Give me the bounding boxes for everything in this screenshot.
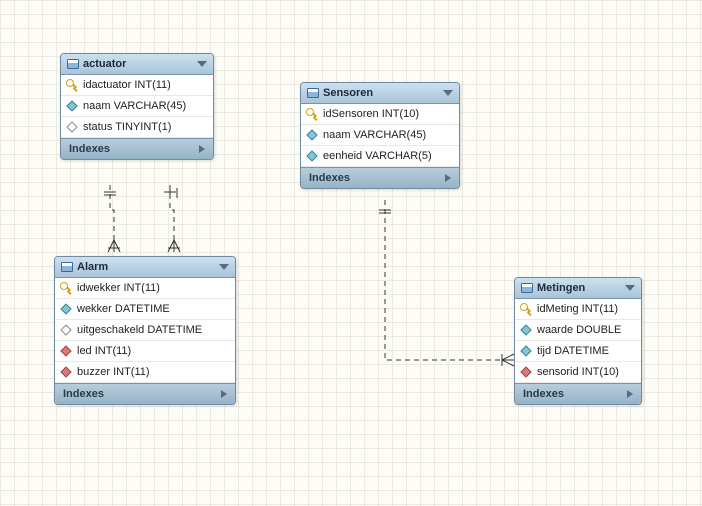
entity-sensoren[interactable]: Sensoren idSensoren INT(10) naam VARCHAR… [300, 82, 460, 189]
column-name: naam VARCHAR(45) [83, 100, 186, 112]
diamond-red-icon [60, 366, 71, 377]
entity-actuator[interactable]: actuator idactuator INT(11) naam VARCHAR… [60, 53, 214, 160]
column-name: idSensoren INT(10) [323, 108, 419, 120]
entity-header-alarm[interactable]: Alarm [55, 257, 235, 278]
entity-alarm[interactable]: Alarm idwekker INT(11) wekker DATETIME u… [54, 256, 236, 405]
indexes-footer[interactable]: Indexes [515, 383, 641, 404]
expand-icon [627, 390, 633, 398]
collapse-icon[interactable] [197, 61, 207, 67]
column-row[interactable]: idwekker INT(11) [55, 278, 235, 299]
diamond-cyan-icon [520, 324, 531, 335]
column-name: naam VARCHAR(45) [323, 129, 426, 141]
column-name: tijd DATETIME [537, 345, 609, 357]
diamond-cyan-icon [306, 150, 317, 161]
indexes-footer[interactable]: Indexes [55, 383, 235, 404]
column-name: status TINYINT(1) [83, 121, 171, 133]
entity-header-metingen[interactable]: Metingen [515, 278, 641, 299]
column-name: sensorid INT(10) [537, 366, 619, 378]
column-name: eenheid VARCHAR(5) [323, 150, 432, 162]
column-name: buzzer INT(11) [77, 366, 150, 378]
diamond-cyan-icon [306, 129, 317, 140]
diamond-red-icon [60, 345, 71, 356]
entity-title: Sensoren [319, 87, 443, 99]
indexes-footer[interactable]: Indexes [61, 138, 213, 159]
column-row[interactable]: naam VARCHAR(45) [61, 96, 213, 117]
column-row[interactable]: buzzer INT(11) [55, 362, 235, 383]
table-icon [61, 262, 73, 272]
column-row[interactable]: tijd DATETIME [515, 341, 641, 362]
diamond-red-icon [520, 366, 531, 377]
collapse-icon[interactable] [443, 90, 453, 96]
diamond-cyan-icon [60, 303, 71, 314]
collapse-icon[interactable] [219, 264, 229, 270]
key-icon [61, 283, 71, 293]
indexes-footer[interactable]: Indexes [301, 167, 459, 188]
column-row[interactable]: wekker DATETIME [55, 299, 235, 320]
indexes-label: Indexes [523, 388, 564, 400]
entity-metingen[interactable]: Metingen idMeting INT(11) waarde DOUBLE … [514, 277, 642, 405]
table-icon [521, 283, 533, 293]
indexes-label: Indexes [309, 172, 350, 184]
key-icon [307, 109, 317, 119]
table-icon [67, 59, 79, 69]
diamond-white-icon [66, 121, 77, 132]
expand-icon [445, 174, 451, 182]
column-name: wekker DATETIME [77, 303, 170, 315]
column-row[interactable]: led INT(11) [55, 341, 235, 362]
column-name: idMeting INT(11) [537, 303, 618, 315]
entity-header-sensoren[interactable]: Sensoren [301, 83, 459, 104]
key-icon [67, 80, 77, 90]
entity-title: Alarm [73, 261, 219, 273]
indexes-label: Indexes [69, 143, 110, 155]
expand-icon [199, 145, 205, 153]
expand-icon [221, 390, 227, 398]
entity-title: actuator [79, 58, 197, 70]
column-name: idactuator INT(11) [83, 79, 171, 91]
key-icon [521, 304, 531, 314]
column-name: led INT(11) [77, 345, 131, 357]
column-row[interactable]: uitgeschakeld DATETIME [55, 320, 235, 341]
collapse-icon[interactable] [625, 285, 635, 291]
entity-title: Metingen [533, 282, 625, 294]
diamond-cyan-icon [520, 345, 531, 356]
table-icon [307, 88, 319, 98]
column-row[interactable]: idMeting INT(11) [515, 299, 641, 320]
column-name: uitgeschakeld DATETIME [77, 324, 202, 336]
column-name: waarde DOUBLE [537, 324, 621, 336]
column-row[interactable]: eenheid VARCHAR(5) [301, 146, 459, 167]
column-row[interactable]: idactuator INT(11) [61, 75, 213, 96]
column-name: idwekker INT(11) [77, 282, 160, 294]
indexes-label: Indexes [63, 388, 104, 400]
diamond-white-icon [60, 324, 71, 335]
column-row[interactable]: idSensoren INT(10) [301, 104, 459, 125]
column-row[interactable]: status TINYINT(1) [61, 117, 213, 138]
column-row[interactable]: naam VARCHAR(45) [301, 125, 459, 146]
entity-header-actuator[interactable]: actuator [61, 54, 213, 75]
column-row[interactable]: waarde DOUBLE [515, 320, 641, 341]
diamond-cyan-icon [66, 100, 77, 111]
column-row[interactable]: sensorid INT(10) [515, 362, 641, 383]
